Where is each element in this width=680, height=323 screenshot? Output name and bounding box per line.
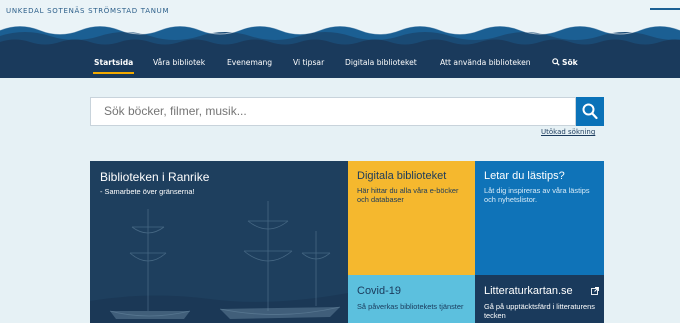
nav-item-vara-bibliotek[interactable]: Våra bibliotek: [153, 48, 205, 78]
ship-illustration: [90, 161, 348, 323]
tile-covid[interactable]: Covid-19 Så påverkas bibliotekets tjänst…: [348, 275, 475, 323]
tile-subtitle: Gå på upptäcktsfärd i litteraturens teck…: [484, 302, 595, 320]
search-icon: [552, 58, 560, 66]
tile-title: Covid-19: [357, 285, 402, 297]
search-icon: [582, 103, 598, 120]
search-box: [90, 97, 576, 126]
nav-item-evenemang[interactable]: Evenemang: [227, 48, 272, 78]
nav-search-link[interactable]: Sök: [552, 48, 578, 78]
search-input[interactable]: [104, 98, 564, 125]
external-link-icon: [591, 287, 599, 295]
tile-title: Letar du lästips?: [484, 170, 565, 182]
municipalities-text: UNKEDAL SOTENÄS STRÖMSTAD TANUM: [6, 7, 170, 15]
tile-subtitle: Här hittar du alla våra e-böcker och dat…: [357, 186, 459, 204]
tile-subtitle: - Samarbete över gränserna!: [100, 187, 195, 196]
tile-ranrike[interactable]: Biblioteken i Ranrike - Samarbete över g…: [90, 161, 348, 323]
search-button[interactable]: [576, 97, 604, 126]
main-navigation: Startsida Våra bibliotek Evenemang Vi ti…: [0, 48, 680, 78]
tile-subtitle: Låt dig inspireras av våra lästips och n…: [484, 186, 590, 204]
tile-lastips[interactable]: Letar du lästips? Låt dig inspireras av …: [475, 161, 604, 275]
tile-subtitle: Så påverkas bibliotekets tjänster: [357, 302, 464, 311]
active-nav-indicator: [93, 72, 134, 74]
header-banner: UNKEDAL SOTENÄS STRÖMSTAD TANUM: [0, 0, 680, 48]
tile-title: Digitala biblioteket: [357, 170, 447, 182]
nav-item-att-anvanda-biblioteken[interactable]: Att använda biblioteken: [440, 48, 531, 78]
tile-title: Biblioteken i Ranrike: [100, 170, 210, 184]
advanced-search-link[interactable]: Utökad sökning: [541, 128, 595, 136]
nav-item-vi-tipsar[interactable]: Vi tipsar: [293, 48, 324, 78]
nav-search-label: Sök: [562, 58, 578, 67]
tile-digitala-biblioteket[interactable]: Digitala biblioteket Här hittar du alla …: [348, 161, 475, 275]
nav-item-digitala-biblioteket[interactable]: Digitala biblioteket: [345, 48, 417, 78]
tile-title: Litteraturkartan.se: [484, 285, 573, 297]
tile-litteraturkartan[interactable]: Litteraturkartan.se Gå på upptäcktsfärd …: [475, 275, 604, 323]
